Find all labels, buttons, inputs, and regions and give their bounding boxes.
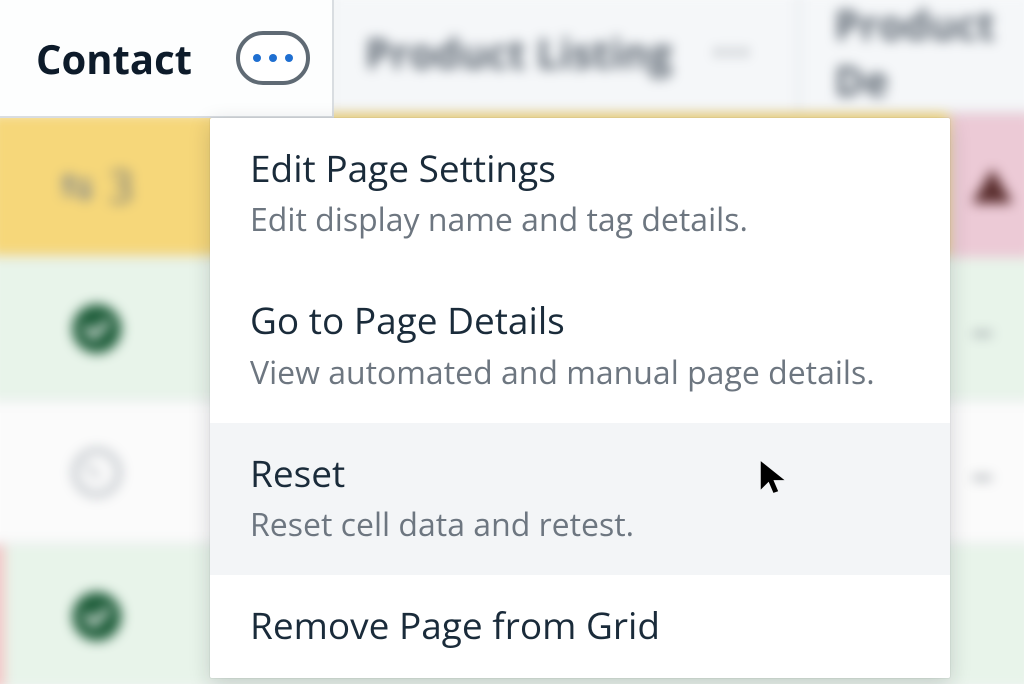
more-dots-icon bbox=[253, 54, 261, 62]
column-title: Product Listing bbox=[365, 24, 672, 80]
column-title: Contact bbox=[36, 31, 192, 86]
menu-item-title: Edit Page Settings bbox=[250, 146, 910, 190]
menu-item-edit-page-settings[interactable]: Edit Page Settings Edit display name and… bbox=[210, 118, 950, 270]
check-icon bbox=[72, 304, 121, 353]
menu-item-desc: Edit display name and tag details. bbox=[250, 200, 910, 240]
skip-icon bbox=[72, 448, 121, 497]
check-icon bbox=[72, 591, 121, 640]
row-error-stripe bbox=[0, 545, 4, 684]
menu-item-title: Remove Page from Grid bbox=[250, 603, 910, 647]
column-context-menu: Edit Page Settings Edit display name and… bbox=[210, 118, 950, 678]
row-count: 3 bbox=[108, 154, 134, 215]
menu-item-remove-page[interactable]: Remove Page from Grid bbox=[210, 575, 950, 677]
menu-item-reset[interactable]: Reset Reset cell data and retest. bbox=[210, 423, 950, 575]
more-icon[interactable]: ••• bbox=[713, 33, 751, 72]
more-dots-icon bbox=[269, 54, 277, 62]
column-header-contact-active[interactable]: Contact bbox=[0, 0, 334, 118]
cell-warning bbox=[949, 114, 1024, 258]
menu-item-title: Go to Page Details bbox=[250, 298, 910, 342]
more-dots-icon bbox=[285, 54, 293, 62]
menu-item-title: Reset bbox=[250, 451, 910, 495]
column-more-button[interactable] bbox=[236, 31, 310, 85]
menu-item-desc: View automated and manual page details. bbox=[250, 353, 910, 393]
warning-icon bbox=[972, 168, 1013, 203]
list-icon: ⇆ bbox=[60, 156, 94, 212]
menu-item-desc: Reset cell data and retest. bbox=[250, 505, 910, 545]
column-header-product-detail[interactable]: Product De bbox=[800, 0, 1024, 108]
column-header-product-listing[interactable]: Product Listing ••• bbox=[330, 0, 799, 112]
column-title: Product De bbox=[834, 0, 1024, 108]
menu-item-go-to-page-details[interactable]: Go to Page Details View automated and ma… bbox=[210, 270, 950, 422]
